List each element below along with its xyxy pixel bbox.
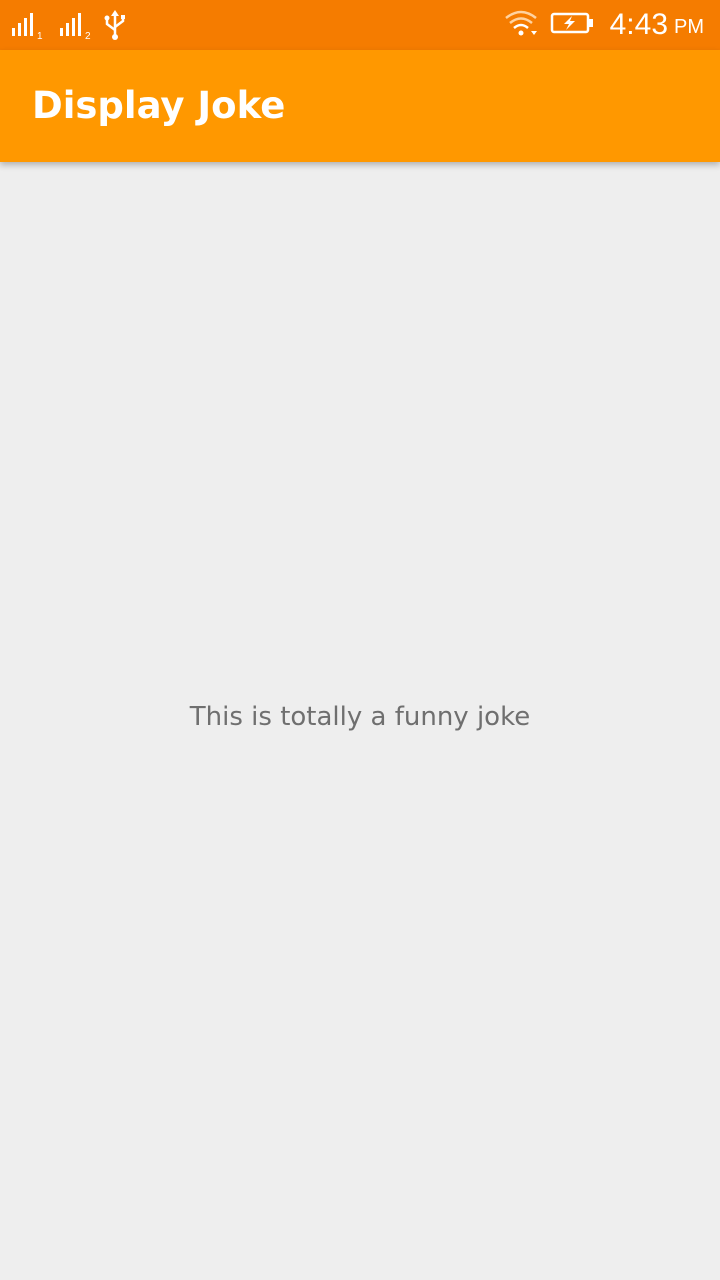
clock-ampm: PM: [674, 15, 704, 38]
joke-text: This is totally a funny joke: [189, 702, 531, 732]
status-bar: 1 2 4:43 PM: [0, 0, 720, 50]
status-left-group: 1 2: [12, 10, 108, 40]
signal-sim1-icon: 1: [12, 12, 48, 40]
main-content: This is totally a funny joke: [0, 162, 720, 1280]
sim1-label: 1: [37, 31, 43, 40]
app-title: Display Joke: [32, 84, 286, 127]
sim2-label: 2: [85, 31, 91, 40]
clock-time: 4:43: [609, 8, 668, 41]
signal-sim2-icon: 2: [60, 12, 96, 40]
battery-charging-icon: [550, 11, 594, 39]
app-bar: Display Joke: [0, 50, 720, 162]
status-right-group: 4:43 PM: [504, 0, 704, 50]
usb-icon: [102, 10, 128, 44]
wifi-icon: [504, 9, 538, 41]
